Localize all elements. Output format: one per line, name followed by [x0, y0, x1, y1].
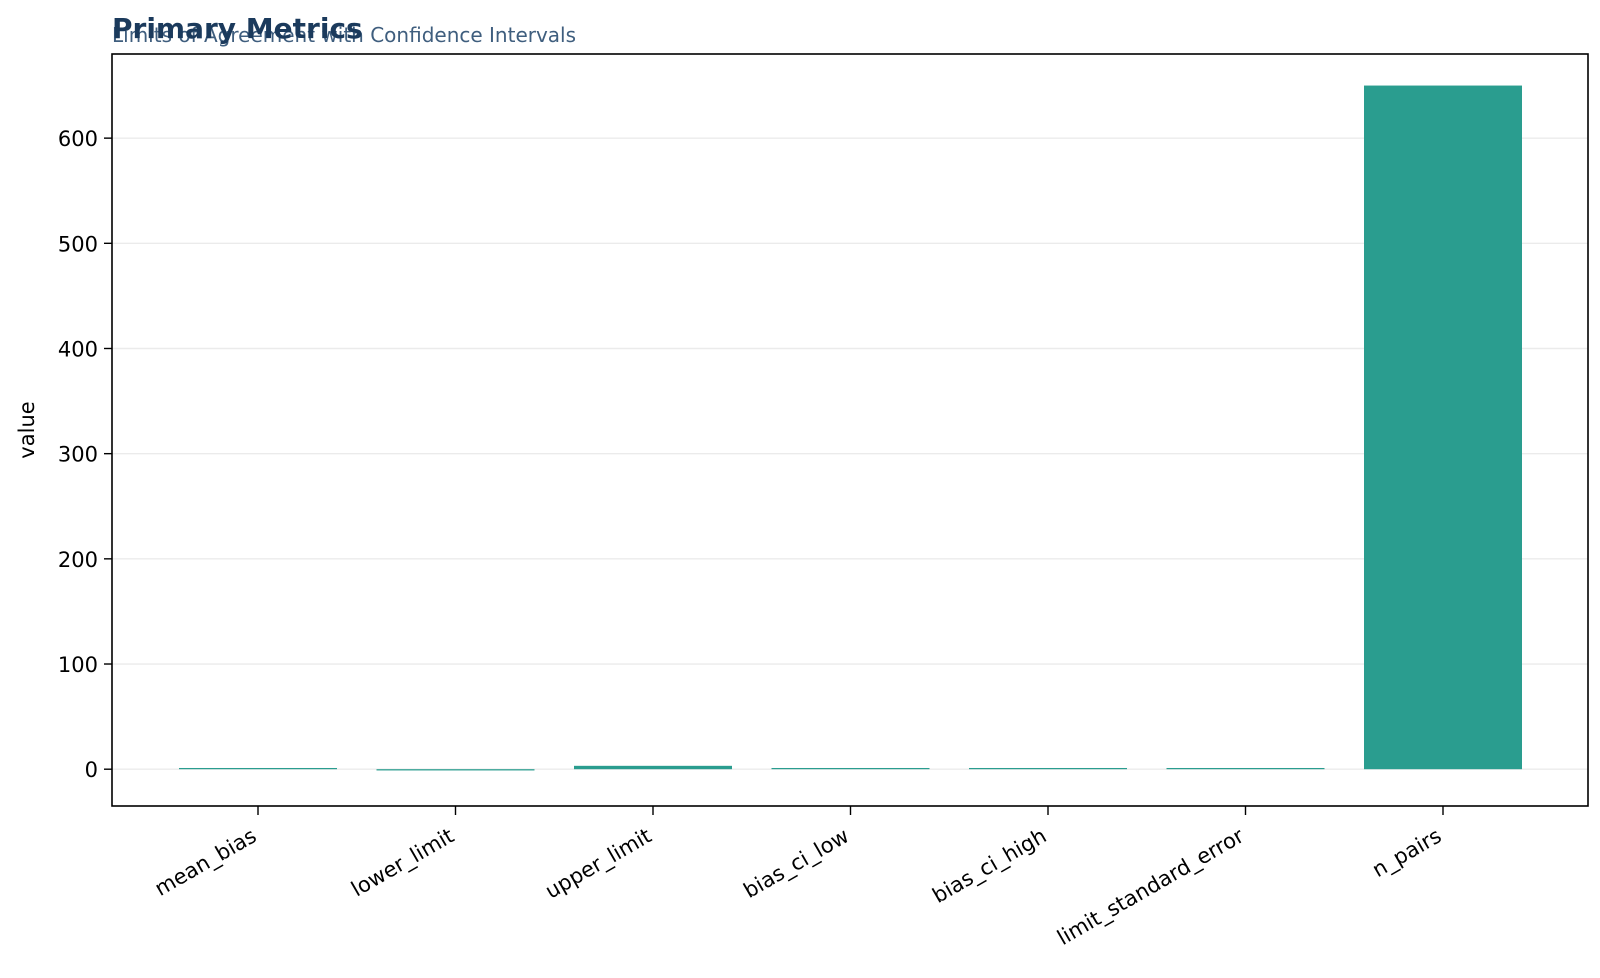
- y-tick-label: 400: [58, 337, 98, 361]
- y-axis-ticks: 0 100 200 300 400 500 600: [58, 127, 112, 782]
- x-tick-label: mean_bias: [151, 824, 261, 902]
- x-tick-label: lower_limit: [347, 824, 458, 903]
- bars: [179, 85, 1522, 771]
- y-tick-label: 600: [58, 127, 98, 151]
- bar-n-pairs: [1364, 85, 1522, 770]
- x-tick-label: limit_standard_error: [1053, 823, 1249, 950]
- chart-title: Primary Metrics: [112, 12, 363, 45]
- bar-bias-ci-high: [969, 767, 1127, 770]
- x-tick-label: bias_ci_low: [739, 824, 853, 904]
- bar-lower-limit: [376, 769, 535, 771]
- y-tick-label: 0: [85, 758, 98, 782]
- y-tick-label: 500: [58, 232, 98, 256]
- y-axis-label: value: [15, 401, 39, 458]
- x-tick-label: upper_limit: [541, 824, 656, 905]
- bar-chart: 0 100 200 300 400 500 600 mean_bias lower_limit…: [15, 12, 1589, 951]
- x-tick-label: n_pairs: [1368, 824, 1446, 883]
- x-tick-label: bias_ci_high: [928, 824, 1051, 909]
- bar-upper-limit: [574, 765, 732, 770]
- y-tick-label: 100: [58, 653, 98, 677]
- bar-bias-ci-low: [771, 767, 930, 770]
- bar-limit-standard-error: [1166, 767, 1325, 770]
- y-tick-label: 200: [58, 548, 98, 572]
- bar-mean-bias: [179, 767, 337, 770]
- x-axis-ticks: mean_bias lower_limit upper_limit bias_ci_l…: [151, 806, 1446, 951]
- y-tick-label: 300: [58, 443, 98, 467]
